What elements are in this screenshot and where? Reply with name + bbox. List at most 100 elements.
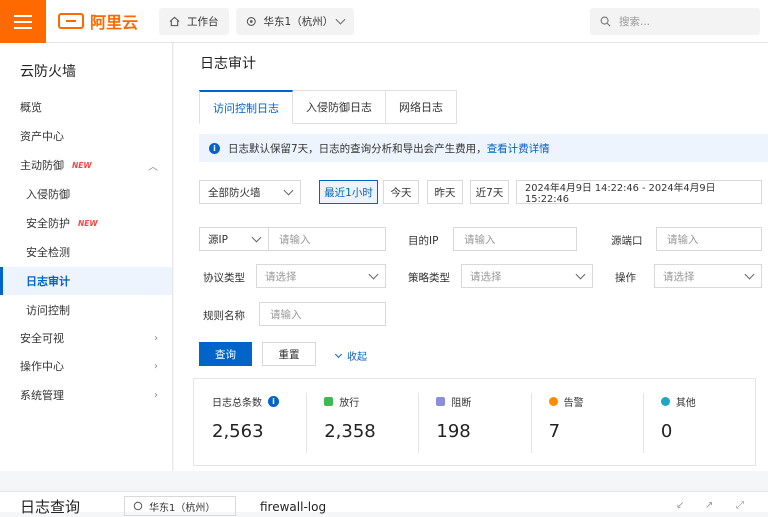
chevron-down-icon — [744, 269, 755, 279]
range-last-hour-button[interactable]: 最近1小时 — [319, 180, 378, 204]
range-today-button[interactable]: 今天 — [383, 180, 419, 204]
ip-type-select[interactable]: 源IP — [199, 227, 269, 251]
aliyun-logo-icon — [58, 13, 84, 29]
query-button[interactable]: 查询 — [199, 342, 252, 366]
chevron-right-icon: › — [154, 360, 158, 372]
other-icon — [660, 397, 670, 406]
sidebar-item-operations[interactable]: 操作中心 › — [0, 352, 172, 380]
stat-label: 其他 — [675, 398, 696, 409]
workbench-button[interactable]: 工作台 — [159, 8, 229, 35]
location-pin-icon — [246, 17, 256, 26]
location-pin-icon — [133, 501, 143, 511]
main-content: 日志审计 访问控制日志 入侵防御日志 网络日志 i 日志默认保留7天，日志的查询… — [174, 43, 768, 471]
sidebar-item-label: 日志审计 — [26, 275, 70, 288]
sidebar-item-system[interactable]: 系统管理 › — [0, 381, 172, 409]
new-badge: NEW — [72, 160, 92, 170]
sidebar-item-label: 访问控制 — [26, 304, 70, 317]
alert-icon — [548, 397, 558, 406]
sidebar-item-label: 资产中心 — [20, 130, 64, 143]
workbench-label: 工作台 — [187, 16, 219, 28]
log-query-title: 日志查询 — [20, 498, 81, 516]
stat-value: 198 — [436, 421, 471, 442]
sidebar-item-label: 入侵防御 — [26, 188, 70, 201]
region-label: 华东1（杭州） — [263, 16, 334, 28]
sidebar-item-label: 系统管理 — [20, 389, 64, 402]
firewall-select-value: 全部防火墙 — [208, 186, 261, 199]
sidebar-item-active-defense[interactable]: 主动防御 NEW ︿ — [0, 151, 172, 179]
chevron-right-icon: › — [154, 389, 158, 401]
log-region-select[interactable]: 华东1（杭州） — [124, 496, 236, 516]
sidebar-item-overview[interactable]: 概览 — [0, 93, 172, 121]
sidebar-item-assets[interactable]: 资产中心 — [0, 122, 172, 150]
collapse-label: 收起 — [347, 352, 367, 363]
hamburger-menu-icon[interactable] — [0, 0, 46, 43]
region-selector[interactable]: 华东1（杭州） — [236, 8, 354, 35]
chevron-down-icon — [335, 14, 346, 25]
dst-ip-input[interactable]: 请输入 — [453, 227, 577, 251]
retention-notice: i 日志默认保留7天，日志的查询分析和导出会产生费用，查看计费详情 — [199, 134, 768, 162]
action-label: 操作 — [615, 272, 636, 284]
aliyun-logo[interactable]: 阿里云 — [58, 10, 138, 32]
policy-placeholder: 请选择 — [470, 270, 502, 283]
src-port-input[interactable]: 请输入 — [656, 227, 762, 251]
stat-label: 告警 — [563, 398, 584, 409]
shrink-icon[interactable]: ↙ — [676, 500, 684, 511]
collapse-filters-toggle[interactable]: 收起 — [334, 348, 367, 363]
stat-label: 放行 — [339, 398, 360, 409]
sidebar-item-label: 安全检测 — [26, 246, 70, 259]
src-port-label: 源端口 — [611, 235, 643, 247]
stat-alert: 告警 7 — [530, 379, 643, 465]
new-badge: NEW — [78, 218, 98, 228]
log-tabs: 访问控制日志 入侵防御日志 网络日志 — [199, 90, 457, 124]
sidebar-item-intrusion-prevention[interactable]: 入侵防御 — [0, 180, 172, 208]
chevron-down-icon — [334, 350, 343, 358]
dst-ip-label: 目的IP — [408, 235, 439, 247]
top-bar: 阿里云 工作台 华东1（杭州） 搜索... — [0, 0, 768, 43]
rule-name-input[interactable]: 请输入 — [259, 302, 386, 326]
date-range-picker[interactable]: 2024年4月9日 14:22:46 - 2024年4月9日 15:22:46 — [516, 180, 762, 205]
log-region-value: 华东1（杭州） — [149, 502, 216, 514]
range-7days-button[interactable]: 近7天 — [470, 180, 509, 204]
policy-type-label: 策略类型 — [408, 272, 450, 284]
sidebar-item-security-detection[interactable]: 安全检测 — [0, 238, 172, 266]
src-ip-input[interactable]: 请输入 — [268, 227, 386, 251]
range-yesterday-button[interactable]: 昨天 — [427, 180, 463, 204]
reset-button[interactable]: 重置 — [262, 342, 316, 366]
chevron-down-icon — [368, 269, 379, 279]
stat-total: 日志总条数 i 2,563 — [194, 379, 306, 465]
stat-value: 0 — [660, 421, 673, 442]
firewall-select[interactable]: 全部防火墙 — [199, 180, 301, 204]
info-icon[interactable]: i — [268, 396, 279, 407]
policy-type-select[interactable]: 请选择 — [461, 264, 593, 288]
tab-network-log[interactable]: 网络日志 — [386, 90, 457, 124]
sidebar-item-label: 安全防护 — [26, 217, 70, 230]
notice-text: 日志默认保留7天，日志的查询分析和导出会产生费用，查看计费详情 — [228, 141, 550, 156]
stat-value: 2,358 — [324, 421, 376, 442]
protocol-placeholder: 请选择 — [265, 270, 297, 283]
tab-intrusion-log[interactable]: 入侵防御日志 — [293, 90, 386, 124]
tab-access-control-log[interactable]: 访问控制日志 — [199, 90, 293, 124]
protocol-select[interactable]: 请选择 — [256, 264, 386, 288]
global-search-input[interactable]: 搜索... — [590, 8, 760, 35]
sidebar-title: 云防火墙 — [20, 64, 76, 80]
sidebar-item-label: 主动防御 — [20, 159, 64, 172]
protocol-label: 协议类型 — [203, 272, 245, 284]
log-stats-panel: 日志总条数 i 2,563 放行 2,358 阻断 198 告警 7 其他 0 — [193, 378, 756, 466]
external-link-icon[interactable]: ↗ — [705, 500, 713, 511]
rule-name-label: 规则名称 — [203, 310, 245, 322]
fullscreen-icon[interactable]: ⤢ — [736, 500, 744, 511]
sidebar-item-log-audit[interactable]: 日志审计 — [0, 267, 172, 295]
sidebar-item-label: 操作中心 — [20, 360, 64, 373]
sidebar: 云防火墙 概览 资产中心 主动防御 NEW ︿ 入侵防御 安全防护 NEW 安全检测 … — [0, 43, 173, 471]
stat-other: 其他 0 — [642, 379, 755, 465]
log-query-window: 日志查询 华东1（杭州） firewall-log ↙ ↗ ⤢ — [0, 491, 768, 516]
brand-name: 阿里云 — [90, 13, 139, 32]
sidebar-item-security-protection[interactable]: 安全防护 NEW — [0, 209, 172, 237]
search-placeholder: 搜索... — [619, 16, 651, 28]
action-select[interactable]: 请选择 — [654, 264, 762, 288]
chevron-right-icon: › — [154, 332, 158, 344]
billing-details-link[interactable]: 查看计费详情 — [487, 143, 550, 155]
sidebar-item-access-control[interactable]: 访问控制 — [0, 296, 172, 324]
stat-label: 阻断 — [451, 398, 472, 409]
sidebar-item-security-visibility[interactable]: 安全可视 › — [0, 324, 172, 352]
